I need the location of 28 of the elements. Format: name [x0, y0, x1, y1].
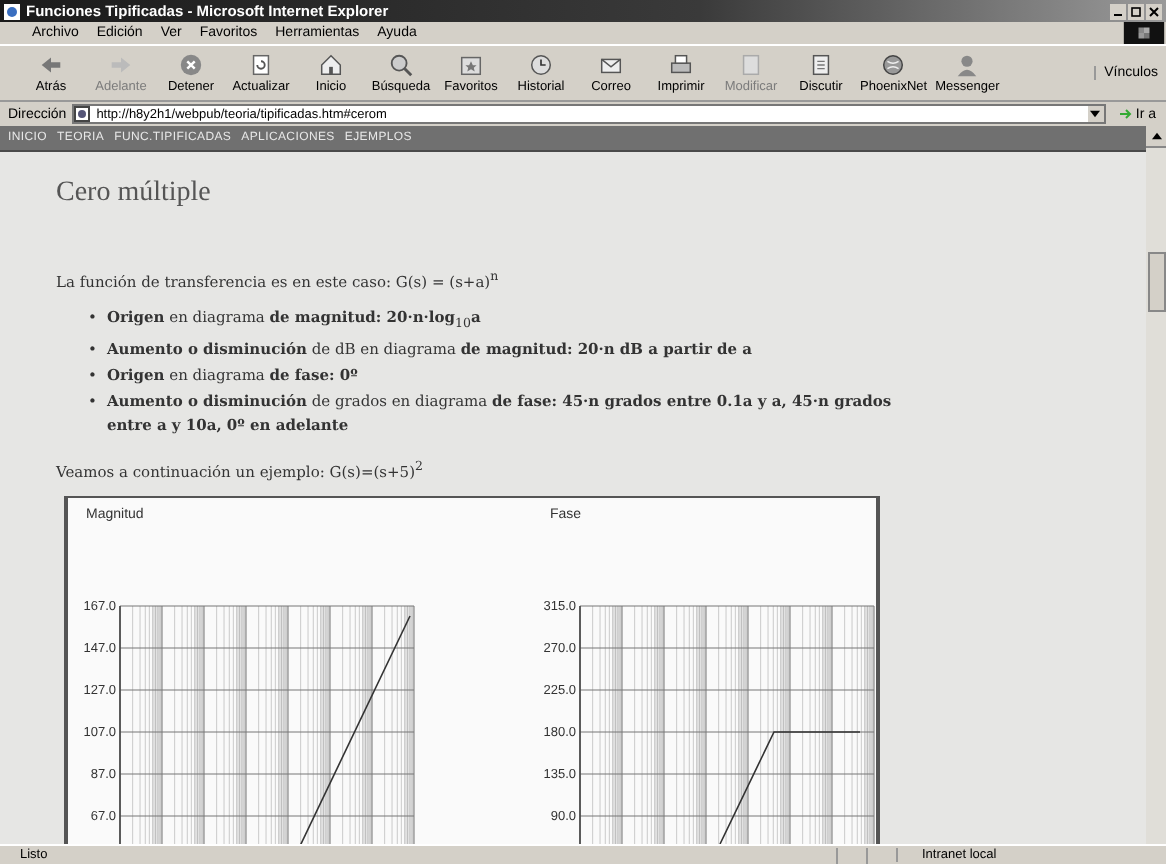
caret-icon — [1151, 132, 1161, 140]
scroll-thumb[interactable] — [1147, 252, 1165, 312]
magnifier-icon — [388, 52, 414, 78]
refresh-icon — [248, 52, 274, 78]
page-icon — [738, 52, 764, 78]
close-icon — [1148, 5, 1160, 17]
stop-icon — [178, 52, 204, 78]
person-icon — [954, 52, 981, 78]
page-heading: Cero múltiple — [56, 178, 213, 210]
scrollbar[interactable] — [1146, 126, 1166, 844]
page-icon — [74, 106, 91, 122]
maximize-button[interactable] — [1128, 3, 1144, 19]
minimize-button[interactable] — [1110, 3, 1126, 19]
plot-line — [719, 730, 861, 844]
arrow-left-icon — [38, 52, 64, 78]
document-icon — [808, 52, 834, 78]
printer-icon — [668, 52, 694, 78]
windows-logo-icon — [1122, 22, 1166, 44]
close-button[interactable] — [1146, 3, 1162, 19]
clock-icon — [528, 52, 554, 78]
maximize-icon — [1130, 5, 1142, 17]
dropdown-button[interactable] — [1087, 106, 1104, 122]
house-icon — [318, 52, 344, 78]
arrow-right-icon — [108, 52, 134, 78]
caret-icon — [1090, 110, 1101, 118]
globe-icon — [880, 52, 907, 78]
arrow-right-icon — [1117, 106, 1134, 122]
browser-icon — [4, 3, 20, 19]
